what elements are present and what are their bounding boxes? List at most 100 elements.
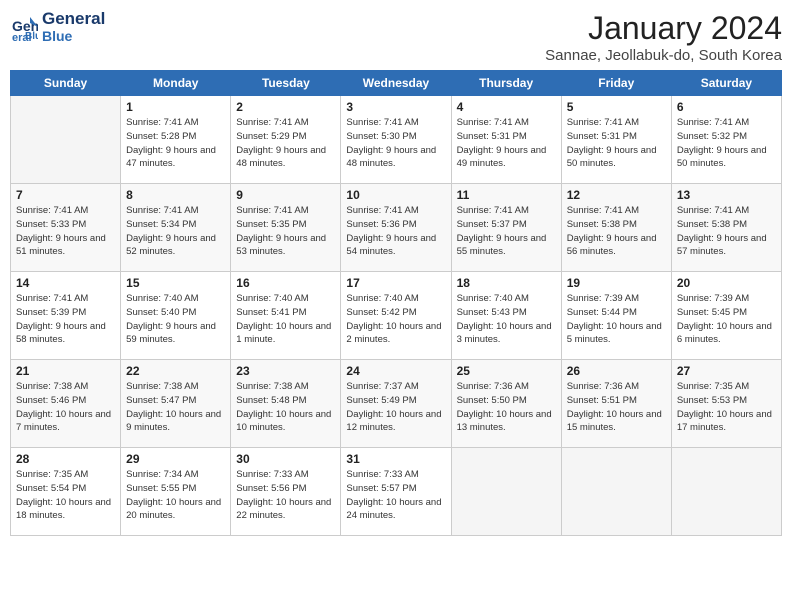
day-number: 22	[126, 364, 225, 378]
day-info: Sunrise: 7:38 AMSunset: 5:48 PMDaylight:…	[236, 380, 335, 435]
week-row-5: 28 Sunrise: 7:35 AMSunset: 5:54 PMDayligh…	[11, 448, 782, 536]
day-info: Sunrise: 7:35 AMSunset: 5:54 PMDaylight:…	[16, 468, 115, 523]
column-header-wednesday: Wednesday	[341, 71, 451, 96]
day-info: Sunrise: 7:33 AMSunset: 5:57 PMDaylight:…	[346, 468, 445, 523]
day-number: 24	[346, 364, 445, 378]
day-cell: 14 Sunrise: 7:41 AMSunset: 5:39 PMDayligh…	[11, 272, 121, 360]
day-number: 13	[677, 188, 776, 202]
day-number: 15	[126, 276, 225, 290]
day-number: 11	[457, 188, 556, 202]
title-block: January 2024 Sannae, Jeollabuk-do, South…	[545, 10, 782, 64]
day-info: Sunrise: 7:36 AMSunset: 5:51 PMDaylight:…	[567, 380, 666, 435]
day-number: 28	[16, 452, 115, 466]
day-info: Sunrise: 7:35 AMSunset: 5:53 PMDaylight:…	[677, 380, 776, 435]
day-info: Sunrise: 7:41 AMSunset: 5:28 PMDaylight:…	[126, 116, 225, 171]
day-number: 23	[236, 364, 335, 378]
day-info: Sunrise: 7:40 AMSunset: 5:42 PMDaylight:…	[346, 292, 445, 347]
day-cell: 21 Sunrise: 7:38 AMSunset: 5:46 PMDayligh…	[11, 360, 121, 448]
day-number: 18	[457, 276, 556, 290]
day-number: 6	[677, 100, 776, 114]
day-number: 20	[677, 276, 776, 290]
day-cell: 26 Sunrise: 7:36 AMSunset: 5:51 PMDayligh…	[561, 360, 671, 448]
day-cell: 13 Sunrise: 7:41 AMSunset: 5:38 PMDayligh…	[671, 184, 781, 272]
day-cell: 30 Sunrise: 7:33 AMSunset: 5:56 PMDayligh…	[231, 448, 341, 536]
day-cell: 7 Sunrise: 7:41 AMSunset: 5:33 PMDaylight…	[11, 184, 121, 272]
day-number: 21	[16, 364, 115, 378]
day-info: Sunrise: 7:41 AMSunset: 5:38 PMDaylight:…	[567, 204, 666, 259]
day-number: 27	[677, 364, 776, 378]
column-header-monday: Monday	[121, 71, 231, 96]
week-row-3: 14 Sunrise: 7:41 AMSunset: 5:39 PMDayligh…	[11, 272, 782, 360]
day-cell	[561, 448, 671, 536]
day-cell: 4Sunrise: 7:41 AMSunset: 5:31 PMDaylight…	[451, 96, 561, 184]
day-number: 3	[346, 100, 445, 114]
day-number: 29	[126, 452, 225, 466]
week-row-1: 1 Sunrise: 7:41 AMSunset: 5:28 PMDaylight…	[11, 96, 782, 184]
day-info: Sunrise: 7:34 AMSunset: 5:55 PMDaylight:…	[126, 468, 225, 523]
day-cell: 5 Sunrise: 7:41 AMSunset: 5:31 PMDaylight…	[561, 96, 671, 184]
calendar-table: SundayMondayTuesdayWednesdayThursdayFrid…	[10, 70, 782, 536]
day-cell: 25Sunrise: 7:36 AMSunset: 5:50 PMDayligh…	[451, 360, 561, 448]
header-row: SundayMondayTuesdayWednesdayThursdayFrid…	[11, 71, 782, 96]
day-info: Sunrise: 7:41 AMSunset: 5:31 PMDaylight:…	[567, 116, 666, 171]
logo: Gen eral Blue General Blue	[10, 10, 105, 44]
day-cell: 9Sunrise: 7:41 AMSunset: 5:35 PMDaylight…	[231, 184, 341, 272]
day-cell: 19 Sunrise: 7:39 AMSunset: 5:44 PMDayligh…	[561, 272, 671, 360]
day-cell: 1 Sunrise: 7:41 AMSunset: 5:28 PMDaylight…	[121, 96, 231, 184]
day-cell: 29 Sunrise: 7:34 AMSunset: 5:55 PMDayligh…	[121, 448, 231, 536]
day-number: 9	[236, 188, 335, 202]
page-header: Gen eral Blue General Blue January 2024 …	[10, 10, 782, 64]
day-number: 14	[16, 276, 115, 290]
day-info: Sunrise: 7:39 AMSunset: 5:45 PMDaylight:…	[677, 292, 776, 347]
day-info: Sunrise: 7:41 AMSunset: 5:39 PMDaylight:…	[16, 292, 115, 347]
logo-icon: Gen eral Blue	[10, 13, 38, 41]
day-cell: 24Sunrise: 7:37 AMSunset: 5:49 PMDayligh…	[341, 360, 451, 448]
day-number: 26	[567, 364, 666, 378]
day-cell: 12 Sunrise: 7:41 AMSunset: 5:38 PMDayligh…	[561, 184, 671, 272]
day-cell: 17Sunrise: 7:40 AMSunset: 5:42 PMDayligh…	[341, 272, 451, 360]
logo-text-line2: Blue	[42, 29, 105, 44]
day-info: Sunrise: 7:40 AMSunset: 5:40 PMDaylight:…	[126, 292, 225, 347]
day-cell	[11, 96, 121, 184]
day-number: 31	[346, 452, 445, 466]
day-info: Sunrise: 7:40 AMSunset: 5:41 PMDaylight:…	[236, 292, 335, 347]
day-cell: 2Sunrise: 7:41 AMSunset: 5:29 PMDaylight…	[231, 96, 341, 184]
day-cell	[671, 448, 781, 536]
day-cell: 20 Sunrise: 7:39 AMSunset: 5:45 PMDayligh…	[671, 272, 781, 360]
day-number: 7	[16, 188, 115, 202]
day-number: 8	[126, 188, 225, 202]
day-info: Sunrise: 7:40 AMSunset: 5:43 PMDaylight:…	[457, 292, 556, 347]
day-cell: 31 Sunrise: 7:33 AMSunset: 5:57 PMDayligh…	[341, 448, 451, 536]
day-info: Sunrise: 7:38 AMSunset: 5:46 PMDaylight:…	[16, 380, 115, 435]
day-info: Sunrise: 7:41 AMSunset: 5:36 PMDaylight:…	[346, 204, 445, 259]
day-info: Sunrise: 7:41 AMSunset: 5:30 PMDaylight:…	[346, 116, 445, 171]
day-number: 30	[236, 452, 335, 466]
day-cell: 22 Sunrise: 7:38 AMSunset: 5:47 PMDayligh…	[121, 360, 231, 448]
day-number: 5	[567, 100, 666, 114]
logo-text-line1: General	[42, 10, 105, 29]
day-info: Sunrise: 7:38 AMSunset: 5:47 PMDaylight:…	[126, 380, 225, 435]
day-info: Sunrise: 7:36 AMSunset: 5:50 PMDaylight:…	[457, 380, 556, 435]
day-info: Sunrise: 7:41 AMSunset: 5:33 PMDaylight:…	[16, 204, 115, 259]
day-info: Sunrise: 7:33 AMSunset: 5:56 PMDaylight:…	[236, 468, 335, 523]
day-cell: 28 Sunrise: 7:35 AMSunset: 5:54 PMDayligh…	[11, 448, 121, 536]
column-header-sunday: Sunday	[11, 71, 121, 96]
day-number: 1	[126, 100, 225, 114]
location: Sannae, Jeollabuk-do, South Korea	[545, 47, 782, 64]
day-cell: 23 Sunrise: 7:38 AMSunset: 5:48 PMDayligh…	[231, 360, 341, 448]
day-info: Sunrise: 7:41 AMSunset: 5:31 PMDaylight:…	[457, 116, 556, 171]
day-cell: 11Sunrise: 7:41 AMSunset: 5:37 PMDayligh…	[451, 184, 561, 272]
day-cell: 8 Sunrise: 7:41 AMSunset: 5:34 PMDaylight…	[121, 184, 231, 272]
column-header-friday: Friday	[561, 71, 671, 96]
column-header-thursday: Thursday	[451, 71, 561, 96]
day-number: 19	[567, 276, 666, 290]
day-number: 12	[567, 188, 666, 202]
day-cell: 3 Sunrise: 7:41 AMSunset: 5:30 PMDaylight…	[341, 96, 451, 184]
day-info: Sunrise: 7:41 AMSunset: 5:38 PMDaylight:…	[677, 204, 776, 259]
month-title: January 2024	[545, 10, 782, 47]
day-cell	[451, 448, 561, 536]
day-info: Sunrise: 7:41 AMSunset: 5:34 PMDaylight:…	[126, 204, 225, 259]
day-info: Sunrise: 7:41 AMSunset: 5:29 PMDaylight:…	[236, 116, 335, 171]
day-info: Sunrise: 7:39 AMSunset: 5:44 PMDaylight:…	[567, 292, 666, 347]
day-number: 10	[346, 188, 445, 202]
